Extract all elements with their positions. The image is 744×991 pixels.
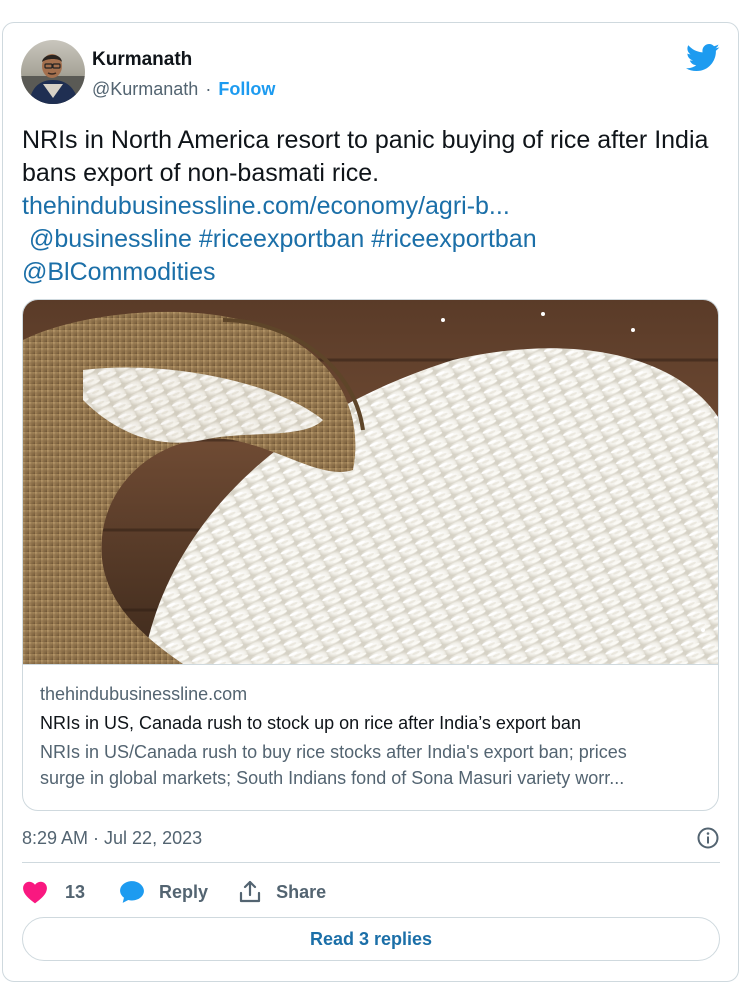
twitter-bird-icon[interactable]: [686, 43, 720, 73]
avatar-photo-icon: [21, 40, 85, 104]
author-name[interactable]: Kurmanath: [92, 49, 192, 71]
card-title: NRIs in US, Canada rush to stock up on r…: [40, 713, 581, 733]
tweet-text: NRIs in North America resort to panic bu…: [22, 124, 722, 289]
reply-label: Reply: [159, 881, 209, 902]
timestamp[interactable]: 8:29 AM · Jul 22, 2023: [22, 828, 202, 849]
speech-bubble-icon: [120, 881, 144, 903]
heart-icon: [23, 881, 47, 904]
article-link[interactable]: thehindubusinessline.com/economy/agri-b.…: [22, 192, 510, 220]
share-button[interactable]: Share: [238, 880, 326, 904]
tweet-card: Kurmanath @Kurmanath · Follow NRIs in No…: [2, 22, 739, 982]
hashtag-riceexportban-1[interactable]: #riceexportban: [199, 225, 364, 253]
timestamp-row: 8:29 AM · Jul 22, 2023: [22, 823, 720, 853]
info-icon[interactable]: [696, 826, 720, 850]
card-description: NRIs in US/Canada rush to buy rice stock…: [40, 742, 627, 788]
action-bar: 13 Reply Share: [22, 875, 326, 909]
handle-row: @Kurmanath · Follow: [92, 79, 275, 100]
author-handle[interactable]: @Kurmanath: [92, 79, 198, 99]
follow-button[interactable]: Follow: [218, 79, 275, 99]
like-button[interactable]: 13: [22, 880, 85, 904]
reply-button[interactable]: Reply: [119, 880, 208, 904]
avatar[interactable]: [21, 40, 85, 104]
share-upload-icon: [239, 880, 261, 903]
read-replies-button[interactable]: Read 3 replies: [22, 917, 720, 961]
hashtag-riceexportban-2[interactable]: #riceexportban: [371, 225, 536, 253]
link-preview-card[interactable]: thehindubusinessline.com NRIs in US, Can…: [22, 299, 719, 811]
separator: ·: [205, 79, 212, 99]
like-count: 13: [65, 881, 86, 902]
mention-blcommodities[interactable]: @BlCommodities: [22, 258, 215, 286]
card-meta: thehindubusinessline.com NRIs in US, Can…: [23, 664, 718, 810]
card-domain: thehindubusinessline.com: [40, 684, 248, 704]
tweet-body: NRIs in North America resort to panic bu…: [22, 126, 709, 187]
rice-in-burlap-sack-photo-icon: [23, 300, 718, 664]
share-label: Share: [276, 881, 327, 902]
divider: [22, 862, 720, 863]
mention-businessline[interactable]: @businessline: [29, 225, 192, 253]
